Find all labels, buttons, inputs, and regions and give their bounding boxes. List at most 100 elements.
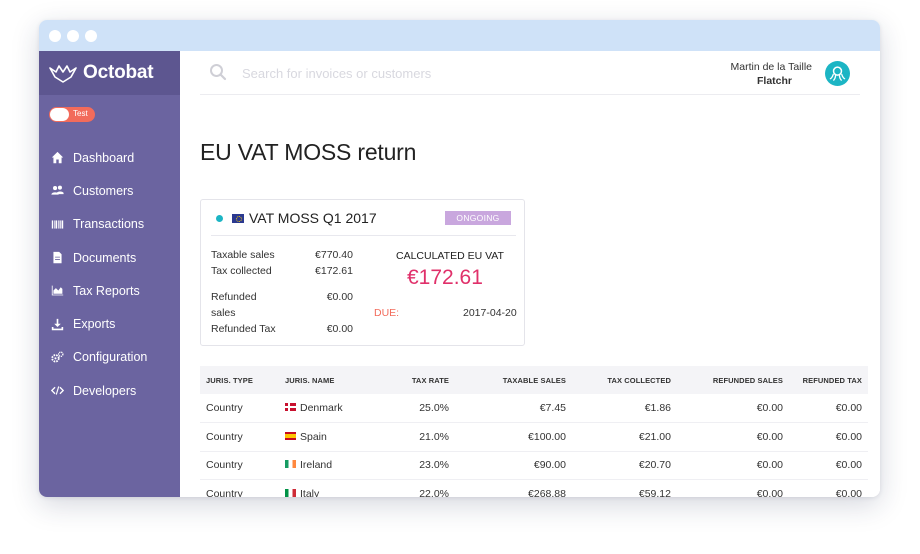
juris-type-cell: Country	[200, 451, 279, 480]
juris-name-cell: Ireland	[279, 451, 377, 480]
italy-flag-icon	[285, 488, 296, 497]
taxable-sales-cell: €268.88	[455, 479, 572, 497]
refunded-sales-label-line2: sales	[211, 307, 236, 319]
sidebar: Octobat Test Dashboard Customers Transac…	[39, 51, 180, 497]
page-title: EU VAT MOSS return	[200, 139, 417, 165]
refunded-tax-cell: €0.00	[789, 451, 868, 480]
table-header-row: JURIS. TYPE JURIS. NAME TAX RATE TAXABLE…	[200, 366, 868, 394]
sidebar-item-transactions[interactable]: Transactions	[39, 208, 180, 241]
report-title: VAT MOSS Q1 2017	[249, 210, 377, 226]
report-card-header: VAT MOSS Q1 2017 ONGOING	[211, 208, 516, 236]
brand-name: Octobat	[83, 62, 154, 83]
refunded-tax-cell: €0.00	[789, 422, 868, 452]
juris-type-cell: Country	[200, 479, 279, 497]
refunded-sales-cell: €0.00	[677, 422, 789, 452]
sidebar-nav: Dashboard Customers Transactions Documen…	[39, 141, 180, 407]
refunded-tax-cell: €0.00	[789, 394, 868, 423]
tax-collected-cell: €20.70	[572, 451, 677, 480]
search-icon[interactable]	[209, 63, 227, 81]
calculated-eu-vat-value: €172.61	[407, 266, 483, 289]
test-mode-toggle[interactable]: Test	[49, 107, 95, 122]
taxable-sales-value: €770.40	[315, 249, 353, 261]
sidebar-item-dashboard[interactable]: Dashboard	[39, 141, 180, 174]
sidebar-item-label: Exports	[73, 317, 116, 332]
barcode-icon	[50, 217, 64, 231]
sidebar-item-label: Dashboard	[73, 150, 135, 165]
juris-name-cell: Spain	[279, 422, 377, 452]
sidebar-item-configuration[interactable]: Configuration	[39, 341, 180, 374]
tax-collected-cell: €1.86	[572, 394, 677, 423]
column-header[interactable]: JURIS. NAME	[279, 366, 377, 394]
table-row[interactable]: Country Spain 21.0% €100.00 €21.00 €0.00…	[200, 422, 868, 452]
status-badge: ONGOING	[445, 211, 511, 225]
column-header[interactable]: TAX RATE	[377, 366, 455, 394]
search-input[interactable]	[242, 62, 622, 84]
sidebar-item-developers[interactable]: Developers	[39, 374, 180, 407]
column-header[interactable]: TAX COLLECTED	[572, 366, 677, 394]
juris-name-cell: Denmark	[279, 394, 377, 423]
tax-collected-cell: €59.12	[572, 479, 677, 497]
taxable-sales-cell: €100.00	[455, 422, 572, 452]
table-row[interactable]: Country Ireland 23.0% €90.00 €20.70 €0.0…	[200, 451, 868, 480]
user-company: Flatchr	[756, 75, 792, 87]
refunded-tax-label: Refunded Tax	[211, 323, 276, 335]
area-chart-icon	[50, 284, 64, 298]
column-header[interactable]: REFUNDED TAX	[789, 366, 868, 394]
sidebar-item-label: Developers	[73, 383, 137, 398]
sidebar-item-label: Customers	[73, 183, 134, 198]
tax-collected-value: €172.61	[315, 265, 353, 277]
juris-name: Ireland	[300, 459, 333, 472]
octobat-logo-icon	[49, 65, 77, 83]
sidebar-item-exports[interactable]: Exports	[39, 307, 180, 340]
column-header[interactable]: JURIS. TYPE	[200, 366, 279, 394]
tax-rate-cell: 22.0%	[377, 479, 455, 497]
taxable-sales-cell: €90.00	[455, 451, 572, 480]
juris-type-cell: Country	[200, 422, 279, 452]
code-icon	[50, 384, 64, 398]
denmark-flag-icon	[285, 403, 296, 411]
juris-name: Denmark	[300, 402, 343, 414]
sidebar-item-label: Configuration	[73, 350, 148, 365]
sidebar-item-tax-reports[interactable]: Tax Reports	[39, 274, 180, 307]
refunded-tax-value: €0.00	[326, 323, 353, 335]
taxable-sales-label: Taxable sales	[211, 249, 275, 261]
user-name: Martin de la Taille	[730, 61, 812, 73]
test-mode-label: Test	[73, 109, 88, 118]
tax-rate-cell: 21.0%	[377, 422, 455, 452]
column-header[interactable]: REFUNDED SALES	[677, 366, 789, 394]
sidebar-item-documents[interactable]: Documents	[39, 241, 180, 274]
toggle-knob	[50, 108, 69, 121]
sidebar-item-label: Transactions	[73, 217, 145, 232]
spain-flag-icon	[285, 431, 296, 440]
refunded-sales-cell: €0.00	[677, 451, 789, 480]
refunded-sales-label-line1: Refunded	[211, 291, 257, 303]
refunded-sales-cell: €0.00	[677, 479, 789, 497]
brand-logo[interactable]: Octobat	[39, 51, 180, 95]
column-header[interactable]: TAXABLE SALES	[455, 366, 572, 394]
app-window: Octobat Test Dashboard Customers Transac…	[39, 20, 880, 497]
tax-collected-label: Tax collected	[211, 265, 272, 277]
tax-rate-cell: 25.0%	[377, 394, 455, 423]
user-info[interactable]: Martin de la Taille Flatchr	[730, 60, 812, 88]
octopus-avatar-icon	[829, 66, 846, 81]
vat-moss-report-card[interactable]: VAT MOSS Q1 2017 ONGOING Taxable sales €…	[200, 199, 525, 346]
window-maximize-dot[interactable]	[85, 30, 97, 42]
home-icon	[50, 151, 64, 165]
document-icon	[50, 251, 64, 265]
sidebar-item-customers[interactable]: Customers	[39, 174, 180, 207]
juris-name: Spain	[300, 430, 327, 443]
juris-name: Italy	[300, 487, 320, 497]
status-dot	[216, 215, 223, 222]
gears-icon	[50, 350, 64, 364]
table-row[interactable]: Country Denmark 25.0% €7.45 €1.86 €0.00 …	[200, 394, 868, 423]
window-minimize-dot[interactable]	[67, 30, 79, 42]
window-close-dot[interactable]	[49, 30, 61, 42]
users-icon	[50, 184, 64, 198]
avatar[interactable]	[825, 61, 850, 86]
refunded-sales-value: €0.00	[326, 291, 353, 303]
refunded-sales-cell: €0.00	[677, 394, 789, 423]
sidebar-item-label: Documents	[73, 250, 137, 265]
table-row[interactable]: Country Italy 22.0% €268.88 €59.12 €0.00…	[200, 479, 868, 497]
refunded-tax-cell: €0.00	[789, 479, 868, 497]
main-content: Martin de la Taille Flatchr EU VAT MOSS …	[180, 51, 880, 497]
